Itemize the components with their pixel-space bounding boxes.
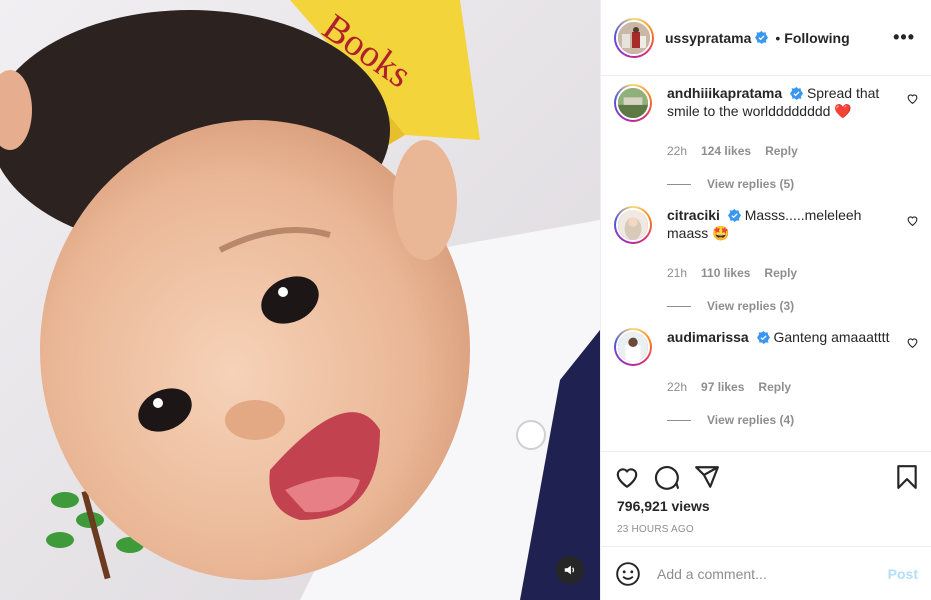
view-replies-button[interactable]: View replies (4) <box>667 413 794 427</box>
comment-text: audimarissa Ganteng amaaatttt <box>667 328 897 346</box>
commenter-avatar[interactable] <box>614 328 652 366</box>
author-avatar-image <box>618 21 650 54</box>
heart-icon[interactable] <box>614 464 640 490</box>
comment-input[interactable] <box>657 565 888 582</box>
emoji-icon[interactable] <box>615 561 641 587</box>
commenter-avatar-image <box>618 210 648 240</box>
star-eyes-emoji: 🤩 <box>712 225 730 241</box>
separator-dot: • <box>775 29 781 46</box>
comments-list[interactable]: andhiiikapratama Spread that smile to th… <box>601 76 931 451</box>
reply-button[interactable]: Reply <box>758 380 791 394</box>
comment-text: citraciki Masss.....meleleeh maass 🤩 <box>667 206 897 242</box>
comment-username[interactable]: andhiiikapratama <box>667 85 782 101</box>
commenter-avatar-image <box>618 88 648 118</box>
post-photo: Books <box>0 0 600 600</box>
view-count[interactable]: 796,921 views <box>617 498 710 514</box>
comment-content: Ganteng amaaatttt <box>773 329 890 345</box>
post-header: ussypratama • Following ••• <box>601 0 931 76</box>
sound-icon <box>564 565 575 575</box>
verified-icon <box>727 209 741 222</box>
commenter-avatar[interactable] <box>614 206 652 244</box>
like-comment-heart-icon[interactable] <box>906 92 919 105</box>
action-bar <box>614 462 920 492</box>
verified-icon <box>790 87 804 100</box>
comment-likes[interactable]: 124 likes <box>701 144 751 158</box>
more-options-icon[interactable]: ••• <box>893 27 915 48</box>
view-replies-button[interactable]: View replies (5) <box>667 177 794 191</box>
divider-line <box>667 305 691 307</box>
view-replies-label: View replies (4) <box>707 413 795 427</box>
comment-likes[interactable]: 110 likes <box>701 266 750 280</box>
view-replies-button[interactable]: View replies (3) <box>667 299 794 313</box>
view-replies-label: View replies (5) <box>707 177 795 191</box>
comment-meta: 22h 124 likes Reply <box>667 144 798 158</box>
comment-meta: 22h 97 likes Reply <box>667 380 791 394</box>
comment-meta: 21h 110 likes Reply <box>667 266 797 280</box>
bookmark-icon[interactable] <box>894 464 920 490</box>
view-replies-label: View replies (3) <box>707 299 795 313</box>
sound-toggle-button[interactable] <box>556 556 584 584</box>
author-avatar[interactable] <box>614 17 654 58</box>
divider-line <box>667 419 691 421</box>
post-comment-button[interactable]: Post <box>888 566 918 582</box>
verified-icon <box>756 331 770 344</box>
commenter-avatar-image <box>618 332 648 362</box>
author-username[interactable]: ussypratama <box>665 30 751 46</box>
post-media[interactable]: Books <box>0 0 600 600</box>
verified-icon <box>755 31 769 44</box>
comment-composer: Post <box>601 546 931 600</box>
comment-time: 21h <box>667 266 688 280</box>
post-actions-section: 796,921 views 23 HOURS AGO <box>601 451 931 546</box>
comment-text: andhiiikapratama Spread that smile to th… <box>667 84 897 120</box>
heart-emoji: ❤️ <box>834 103 852 119</box>
comment-username[interactable]: citraciki <box>667 207 720 223</box>
like-comment-heart-icon[interactable] <box>906 214 919 227</box>
reply-button[interactable]: Reply <box>765 144 798 158</box>
post-sidebar: ussypratama • Following ••• andhiiikapra… <box>600 0 931 600</box>
divider-line <box>667 183 691 185</box>
comment-username[interactable]: audimarissa <box>667 329 749 345</box>
share-icon[interactable] <box>694 464 720 490</box>
comment-icon[interactable] <box>654 464 680 490</box>
comment-time: 22h <box>667 380 688 394</box>
like-comment-heart-icon[interactable] <box>906 336 919 349</box>
comment-likes[interactable]: 97 likes <box>701 380 744 394</box>
commenter-avatar[interactable] <box>614 84 652 122</box>
following-button[interactable]: Following <box>784 30 849 46</box>
reply-button[interactable]: Reply <box>764 266 797 280</box>
post-timestamp[interactable]: 23 HOURS AGO <box>617 524 694 535</box>
comment-time: 22h <box>667 144 688 158</box>
